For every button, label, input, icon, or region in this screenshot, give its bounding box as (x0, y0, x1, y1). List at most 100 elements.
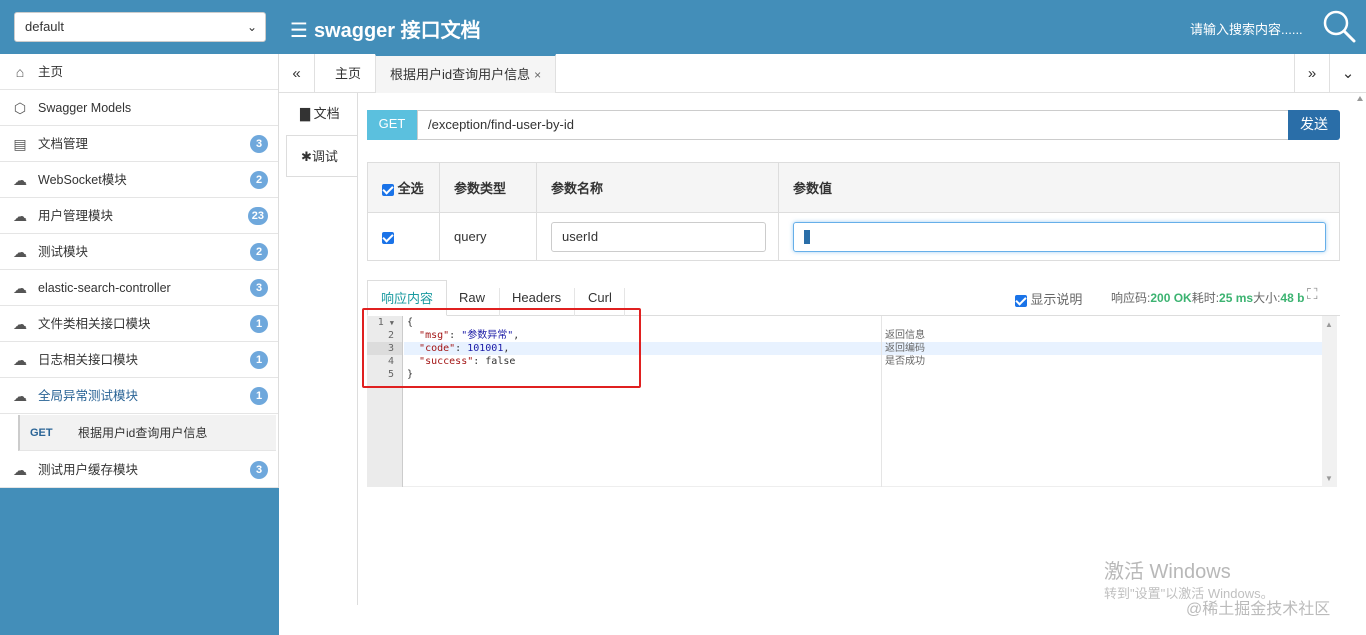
tab-doc[interactable]: ▇ 文档 (286, 93, 358, 135)
watermark-text: 激活 Windows (1104, 561, 1231, 583)
sidebar-item-label: 测试用户缓存模块 (38, 463, 139, 477)
file-icon: ▇ (300, 106, 310, 121)
close-icon[interactable]: × (534, 68, 541, 82)
editor-scrollbar[interactable]: ▲ ▼ (1322, 316, 1337, 487)
divider (881, 316, 882, 487)
home-icon: ⌂ (15, 64, 25, 80)
sidebar-item-label: 文档管理 (38, 137, 89, 151)
row-checkbox[interactable] (382, 231, 394, 244)
show-description-checkbox[interactable] (1015, 294, 1027, 307)
sidebar-item-label: Swagger Models (38, 101, 132, 115)
column-header: 参数值 (778, 162, 1340, 213)
page-title: ☰ swagger 接口文档 (290, 14, 481, 43)
table-row: query userId (367, 212, 1340, 261)
top-bar: default ⌄ ☰ swagger 接口文档 请输入搜索内容...... (0, 0, 1366, 54)
show-description-toggle[interactable]: 显示说明 (1015, 289, 1082, 308)
sidebar-item-label: WebSocket模块 (38, 173, 127, 187)
cloud-icon: ☁ (13, 352, 27, 368)
menu-icon[interactable]: ☰ (290, 18, 308, 43)
document-search-icon: ▤ (13, 136, 27, 152)
tab-debug[interactable]: ✱调试 (286, 135, 358, 177)
count-badge: 23 (247, 207, 268, 225)
sidebar-item-global-exception[interactable]: ☁ 全局异常测试模块 1 (0, 378, 278, 414)
response-size: 48 b (1280, 291, 1305, 305)
count-badge: 2 (250, 243, 268, 261)
param-value-cell (778, 212, 1340, 261)
cloud-icon: ☁ (13, 316, 27, 332)
params-table: 全选 参数类型 参数名称 参数值 query userId (367, 162, 1340, 261)
tab-label: 根据用户id查询用户信息 (390, 67, 531, 82)
sidebar-item-user-cache[interactable]: ☁ 测试用户缓存模块 3 (0, 452, 278, 488)
count-badge: 2 (250, 171, 268, 189)
send-button[interactable]: 发送 (1288, 110, 1340, 140)
tab-home[interactable]: 主页 (321, 54, 375, 93)
cloud-icon: ☁ (13, 244, 27, 260)
group-select[interactable]: default ⌄ (14, 12, 266, 42)
sidebar-subitem-find-user[interactable]: GET 根据用户id查询用户信息 (18, 415, 276, 451)
count-badge: 3 (250, 135, 268, 153)
sidebar-item-label: 文件类相关接口模块 (38, 317, 151, 331)
param-value-input[interactable] (793, 221, 1326, 252)
sidebar-item-test[interactable]: ☁ 测试模块 2 (0, 234, 278, 270)
sidebar-item-file[interactable]: ☁ 文件类相关接口模块 1 (0, 306, 278, 342)
bug-icon: ✱ (301, 149, 312, 164)
search-icon[interactable] (1322, 9, 1356, 43)
chevron-double-down-icon[interactable]: ⌄ (1330, 54, 1366, 93)
cloud-icon: ☁ (13, 462, 27, 478)
field-description: 是否成功 (885, 356, 925, 367)
sidebar: ⌂ 主页 ⬡ Swagger Models ▤ 文档管理 3 ☁ WebSock… (0, 54, 279, 635)
chevron-down-icon: ⌄ (246, 20, 257, 34)
sidebar-item-doc-manage[interactable]: ▤ 文档管理 3 (0, 126, 278, 162)
sidebar-item-swagger-models[interactable]: ⬡ Swagger Models (0, 90, 278, 126)
select-all-checkbox[interactable] (382, 183, 394, 196)
sidebar-item-log[interactable]: ☁ 日志相关接口模块 1 (0, 342, 278, 378)
sidebar-item-label: elastic-search-controller (38, 281, 171, 295)
tab-label: 文档 (313, 106, 340, 121)
search-input[interactable]: 请输入搜索内容...... (1190, 19, 1303, 38)
sidebar-menu: ⌂ 主页 ⬡ Swagger Models ▤ 文档管理 3 ☁ WebSock… (0, 54, 279, 488)
sidebar-item-user-manage[interactable]: ☁ 用户管理模块 23 (0, 198, 278, 234)
field-description: 返回编码 (885, 343, 925, 354)
sidebar-item-elastic-search[interactable]: ☁ elastic-search-controller 3 (0, 270, 278, 306)
sidebar-subitem-label: 根据用户id查询用户信息 (78, 426, 208, 440)
cloud-icon: ☁ (13, 208, 27, 224)
select-all-header[interactable]: 全选 (367, 162, 440, 213)
response-status: 响应码:200 OK耗时:25 ms大小:48 b (1111, 289, 1304, 306)
cloud-icon: ☁ (13, 388, 27, 404)
page-scrollbar[interactable] (1354, 93, 1366, 635)
fullscreen-icon[interactable]: ⛶ (1307, 286, 1318, 303)
highlight-annotation-box (362, 308, 641, 388)
sidebar-item-websocket[interactable]: ☁ WebSocket模块 2 (0, 162, 278, 198)
sidebar-item-label: 用户管理模块 (38, 209, 114, 223)
count-badge: 3 (250, 279, 268, 297)
column-header: 参数名称 (536, 162, 779, 213)
cloud-icon: ☁ (13, 172, 27, 188)
sidebar-item-label: 主页 (38, 65, 64, 79)
method-badge: GET (30, 427, 53, 439)
scroll-down-icon[interactable]: ▼ (1325, 474, 1333, 483)
cube-icon: ⬡ (13, 100, 27, 116)
url-input[interactable]: /exception/find-user-by-id (417, 110, 1289, 140)
text-caret (804, 230, 810, 245)
tab-scroll-right-icon[interactable]: » (1294, 54, 1330, 93)
sidebar-item-home[interactable]: ⌂ 主页 (0, 54, 278, 90)
scroll-up-icon[interactable]: ▲ (1325, 320, 1333, 329)
tab-find-user[interactable]: 根据用户id查询用户信息 × (375, 54, 557, 93)
field-description: 返回信息 (885, 330, 925, 341)
param-name-input[interactable]: userId (551, 221, 766, 252)
count-badge: 1 (250, 387, 268, 405)
sidebar-subitems: GET 根据用户id查询用户信息 (0, 414, 278, 452)
doc-debug-tabs: ▇ 文档 ✱调试 (286, 93, 358, 177)
column-header: 全选 (397, 181, 424, 196)
row-select-cell (367, 212, 440, 261)
size-label: 大小: (1253, 291, 1281, 305)
table-header-row: 全选 参数类型 参数名称 参数值 (367, 162, 1340, 213)
param-type-cell: query (439, 212, 537, 261)
tab-scroll-left-icon[interactable]: « (279, 54, 315, 93)
tab-bar: « 主页 根据用户id查询用户信息 × » ⌄ (279, 54, 1366, 93)
param-name-cell: userId (536, 212, 779, 261)
tab-label: 主页 (335, 66, 362, 81)
cloud-icon: ☁ (13, 280, 27, 296)
brand-title: swagger 接口文档 (313, 20, 481, 42)
time-label: 耗时: (1191, 291, 1220, 305)
